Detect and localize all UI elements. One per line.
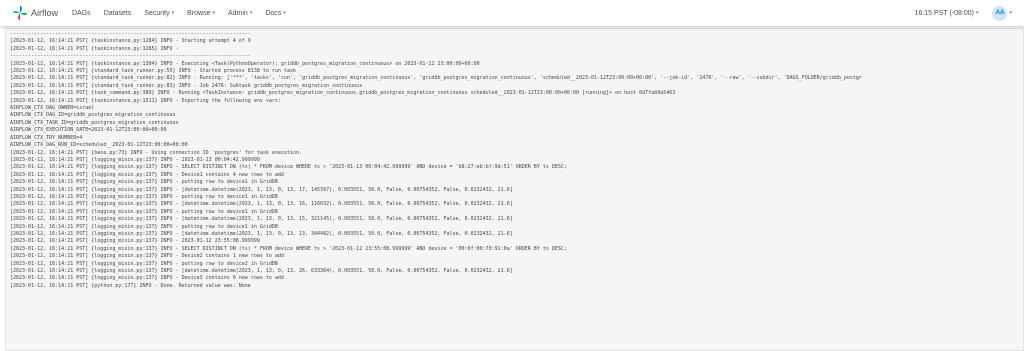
nav-item-dags[interactable]: DAGs xyxy=(72,10,91,17)
nav-item-security[interactable]: Security ▾ xyxy=(144,10,174,17)
log-line: AIRFLOW_CTX_TRY_NUMBER=4 xyxy=(10,134,83,141)
log-line: AIRFLOW_CTX_DAG_ID=griddb_postgres_migra… xyxy=(10,112,176,119)
timezone-dropdown[interactable]: 16:15 PST (-08:00) ▾ xyxy=(915,10,979,17)
airflow-logo[interactable]: Airflow xyxy=(12,5,58,21)
log-line: [2023-01-12, 16:14:21 PST] {logging_mixi… xyxy=(10,171,284,178)
nav-item-label: Docs xyxy=(265,9,282,17)
chevron-down-icon: ▾ xyxy=(1009,10,1012,16)
log-line: [2023-01-12, 16:14:21 PST] {logging_mixi… xyxy=(10,193,278,200)
chevron-down-icon: ▾ xyxy=(171,10,175,16)
top-navbar: Airflow DAGs Datasets Security ▾ Browse ▾ Admi… xyxy=(0,0,1024,26)
user-avatar[interactable]: AA xyxy=(992,5,1008,21)
log-line: ----------------------------------------… xyxy=(10,31,251,37)
log-line: [2023-01-12, 16:14:21 PST] {logging_mixi… xyxy=(10,208,278,215)
log-line: [2023-01-12, 16:14:21 PST] {standard_tas… xyxy=(10,68,296,75)
nav-item-label: Datasets xyxy=(103,9,132,17)
log-line: AIRFLOW_CTX_EXECUTION_DATE=2023-01-12T23… xyxy=(10,127,167,134)
log-line: [2023-01-12, 16:14:21 PST] {logging_mixi… xyxy=(10,245,567,252)
log-line: [2023-01-12, 16:14:21 PST] {logging_mixi… xyxy=(10,216,513,223)
log-line: [2023-01-12, 16:14:21 PST] {standard_tas… xyxy=(10,82,363,89)
log-line: [2023-01-12, 16:14:21 PST] {logging_mixi… xyxy=(10,186,513,193)
log-line: [2023-01-12, 16:14:21 PST] {logging_mixi… xyxy=(10,260,278,267)
log-line: [2023-01-12, 16:14:21 PST] {logging_mixi… xyxy=(10,223,278,230)
nav-item-docs[interactable]: Docs ▾ xyxy=(265,10,285,17)
log-line: [2023-01-12, 16:14:21 PST] {taskinstance… xyxy=(10,45,179,52)
log-line: [2023-01-12, 16:14:21 PST] {logging_mixi… xyxy=(10,156,260,163)
nav-item-label: DAGs xyxy=(72,9,91,17)
log-line: [2023-01-12, 16:14:21 PST] {taskinstance… xyxy=(10,97,281,104)
log-line: [2023-01-12, 16:14:21 PST] {python.py:17… xyxy=(10,282,251,289)
chevron-down-icon: ▾ xyxy=(283,10,286,16)
log-line: [2023-01-12, 16:14:21 PST] {logging_mixi… xyxy=(10,164,567,171)
log-line: [2023-01-12, 16:14:21 PST] {logging_mixi… xyxy=(10,201,513,208)
chevron-down-icon: ▾ xyxy=(975,10,979,16)
log-line: [2023-01-12, 16:14:21 PST] {taskinstance… xyxy=(10,60,480,67)
chevron-down-icon: ▾ xyxy=(249,10,253,16)
nav-item-label: Browse xyxy=(187,9,211,17)
nav-item-datasets[interactable]: Datasets xyxy=(104,10,132,17)
brand-name: Airflow xyxy=(31,8,59,18)
pinwheel-icon xyxy=(12,5,28,21)
log-line: [2023-01-12, 16:14:21 PST] {taskinstance… xyxy=(10,38,251,45)
log-line: [2023-01-12, 16:14:21 PST] {logging_mixi… xyxy=(10,179,278,186)
task-log-panel: ----------------------------------------… xyxy=(5,28,1024,351)
log-line: [2023-01-12, 16:14:21 PST] {logging_mixi… xyxy=(10,230,513,237)
nav-item-admin[interactable]: Admin ▾ xyxy=(228,10,252,17)
log-line: [2023-01-12, 16:14:21 PST] {logging_mixi… xyxy=(10,275,284,282)
log-line: AIRFLOW_CTX_TASK_ID=griddb_postgres_migr… xyxy=(10,119,179,126)
log-line: [2023-01-12, 16:14:21 PST] {standard_tas… xyxy=(10,75,862,82)
nav-item-label: Security xyxy=(144,9,170,17)
log-line: ----------------------------------------… xyxy=(10,53,251,60)
log-line: AIRFLOW_CTX_DAG_RUN_ID=scheduled__2023-0… xyxy=(10,142,188,149)
log-line: [2023-01-12, 16:14:21 PST] {logging_mixi… xyxy=(10,253,284,260)
nav-item-browse[interactable]: Browse ▾ xyxy=(187,10,215,17)
chevron-down-icon: ▾ xyxy=(212,10,215,16)
log-line: [2023-01-12, 16:14:21 PST] {logging_mixi… xyxy=(10,268,513,274)
log-line: AIRFLOW_CTX_DAG_OWNER=israel xyxy=(10,105,95,112)
log-line: [2023-01-12, 16:14:21 PST] {base.py:73} … xyxy=(10,149,302,156)
time-label: 16:15 PST (-08:00) xyxy=(914,9,974,17)
log-line: [2023-01-12, 16:14:21 PST] {task_command… xyxy=(10,90,676,97)
log-line: [2023-01-12, 16:14:21 PST] {logging_mixi… xyxy=(10,238,260,245)
nav-item-label: Admin xyxy=(227,9,248,17)
